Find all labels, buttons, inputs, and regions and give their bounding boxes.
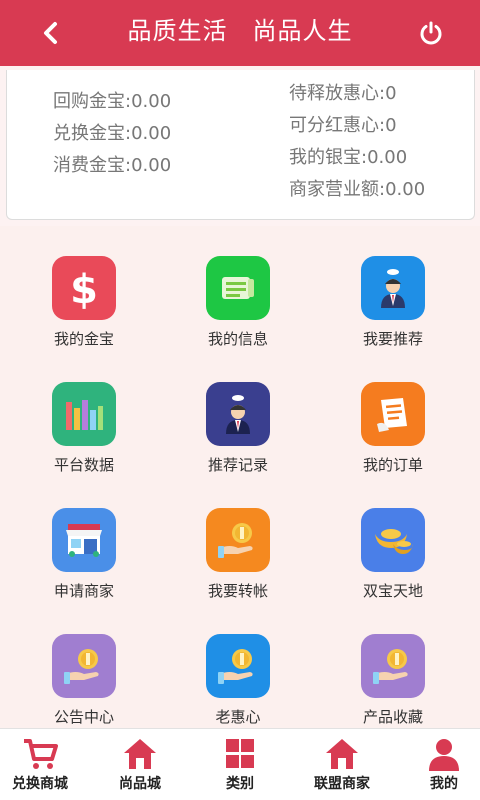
tab-exchange-mall[interactable]: 兑换商城 (0, 729, 88, 800)
menu-grid: $ 我的金宝 我的信息 我要推荐 平台数据 推荐记录 我的订单 申请商家 我要转… (0, 226, 480, 728)
storefront-icon (52, 508, 116, 572)
tab-alliance-merchants[interactable]: 联盟商家 (294, 729, 390, 800)
tab-shangpin-mall[interactable]: 尚品城 (92, 729, 188, 800)
menu-announcements[interactable]: 公告中心 (14, 604, 154, 726)
menu-label: 双宝天地 (362, 582, 423, 600)
order-list-icon (361, 382, 425, 446)
menu-label: 推荐记录 (207, 456, 268, 474)
tab-mine[interactable]: 我的 (396, 729, 480, 800)
balance-left-column: 回购金宝:0.00 兑换金宝:0.00 消费金宝:0.00 (53, 86, 171, 182)
coin-hand-icon (206, 508, 270, 572)
menu-label: 我要推荐 (362, 330, 423, 348)
power-icon (420, 21, 442, 45)
bar-chart-icon (52, 382, 116, 446)
tab-label: 兑换商城 (12, 776, 68, 792)
referral-record-icon (206, 382, 270, 446)
consume-gold-value: 消费金宝:0.00 (53, 155, 172, 176)
home-icon (326, 739, 358, 769)
pending-release-value: 待释放惠心:0 (289, 83, 397, 104)
app-header: 品质生活 尚品人生 (0, 0, 480, 66)
menu-transfer[interactable]: 我要转帐 (168, 478, 308, 600)
tab-label: 尚品城 (119, 776, 161, 792)
balance-right-column: 待释放惠心:0 可分红惠心:0 我的银宝:0.00 商家营业额:0.00 (289, 78, 425, 206)
menu-apply-merchant[interactable]: 申请商家 (14, 478, 154, 600)
tab-label: 我的 (430, 776, 458, 792)
menu-recommend[interactable]: 我要推荐 (323, 226, 463, 348)
menu-platform-data[interactable]: 平台数据 (14, 352, 154, 474)
grid-icon (226, 739, 254, 768)
back-button[interactable] (34, 16, 68, 50)
menu-label: 我要转帐 (207, 582, 268, 600)
menu-double-treasure[interactable]: 双宝天地 (323, 478, 463, 600)
menu-old-huixin[interactable]: 老惠心 (168, 604, 308, 726)
recommend-person-icon (361, 256, 425, 320)
silver-value: 我的银宝:0.00 (289, 147, 408, 168)
user-icon (429, 739, 459, 771)
svg-text:$: $ (70, 267, 98, 310)
tab-label: 类别 (226, 776, 254, 792)
gold-ingot-icon (361, 508, 425, 572)
balance-summary-card: 回购金宝:0.00 兑换金宝:0.00 消费金宝:0.00 待释放惠心:0 可分… (6, 70, 475, 220)
menu-label: 产品收藏 (362, 708, 423, 726)
menu-my-info[interactable]: 我的信息 (168, 226, 308, 348)
menu-product-favorites[interactable]: 产品收藏 (323, 604, 463, 726)
coin-hand-icon (361, 634, 425, 698)
coin-hand-icon (206, 634, 270, 698)
dollar-icon: $ (52, 256, 116, 320)
dividend-value: 可分红惠心:0 (289, 115, 397, 136)
bottom-tab-bar: 兑换商城 尚品城 类别 联盟商家 我的 (0, 728, 480, 800)
repurchase-gold-value: 回购金宝:0.00 (53, 91, 172, 112)
menu-label: 平台数据 (53, 456, 114, 474)
merchant-revenue-value: 商家营业额:0.00 (289, 179, 426, 200)
menu-my-gold[interactable]: $ 我的金宝 (14, 226, 154, 348)
chevron-left-icon (44, 22, 57, 44)
logout-button[interactable] (414, 16, 448, 50)
tab-label: 联盟商家 (314, 776, 370, 792)
message-icon (206, 256, 270, 320)
menu-label: 申请商家 (53, 582, 114, 600)
exchange-gold-value: 兑换金宝:0.00 (53, 123, 172, 144)
menu-label: 我的金宝 (53, 330, 114, 348)
home-icon (124, 739, 156, 769)
menu-my-orders[interactable]: 我的订单 (323, 352, 463, 474)
tab-categories[interactable]: 类别 (192, 729, 288, 800)
coin-hand-icon (52, 634, 116, 698)
menu-label: 公告中心 (53, 708, 114, 726)
page-title: 品质生活 尚品人生 (127, 17, 353, 45)
cart-icon (24, 739, 58, 769)
menu-label: 老惠心 (215, 708, 261, 726)
menu-label: 我的信息 (207, 330, 268, 348)
menu-referral-record[interactable]: 推荐记录 (168, 352, 308, 474)
menu-label: 我的订单 (362, 456, 423, 474)
